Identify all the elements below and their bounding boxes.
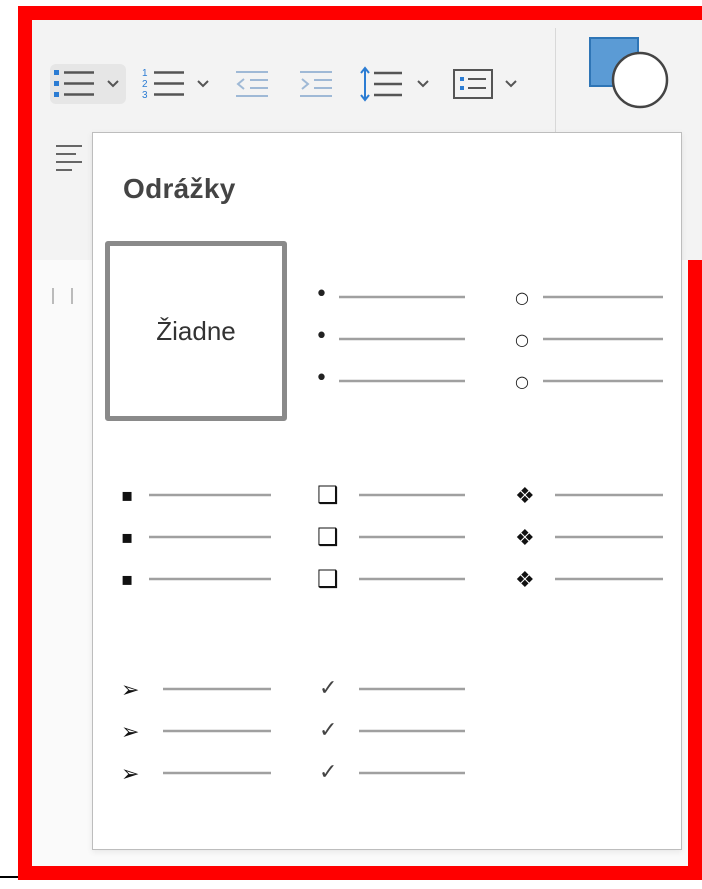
shapes-button[interactable] — [588, 36, 670, 110]
decrease-indent-button[interactable] — [232, 64, 276, 104]
numbering-button[interactable]: 1 2 3 — [140, 64, 214, 104]
bullet-option-checkmark[interactable]: ✓ ✓ ✓ — [307, 643, 489, 823]
bullets-icon — [50, 64, 126, 104]
bullet-library-dropdown: Odrážky Žiadne • • • ○ ○ ○ ▪ ▪ ▪ ❑ ❑ ❑ ❖… — [92, 132, 682, 850]
increase-indent-button[interactable] — [296, 64, 340, 104]
svg-text:1: 1 — [142, 68, 148, 79]
shapes-icon — [589, 37, 669, 109]
svg-text:2: 2 — [142, 79, 148, 90]
ruler-marks — [50, 286, 80, 306]
list-style-icon — [453, 69, 517, 99]
line-spacing-button[interactable] — [358, 64, 438, 104]
align-left-icon[interactable] — [54, 142, 84, 181]
bullets-button[interactable] — [50, 64, 126, 104]
bullet-glyph: ▪ — [121, 527, 133, 548]
bullet-glyph: ✓ — [319, 676, 337, 701]
ribbon-group-divider — [555, 28, 556, 136]
bullet-glyph: ➢ — [121, 762, 139, 787]
bullet-glyph: ❖ — [515, 526, 535, 551]
bullet-glyph: ○ — [515, 288, 529, 307]
bullet-glyph: • — [315, 282, 328, 307]
list-style-button[interactable] — [450, 64, 530, 104]
bullet-option-hollow-round[interactable]: ○ ○ ○ — [501, 251, 683, 431]
bullet-option-filled-round[interactable]: • • • — [305, 251, 487, 431]
bullet-option-none-label: Žiadne — [156, 315, 236, 346]
bullet-glyph: ▪ — [121, 569, 133, 590]
bullet-glyph: ➢ — [121, 720, 139, 745]
bullet-glyph: ❑ — [317, 481, 339, 509]
bullet-glyph: ➢ — [121, 678, 139, 703]
line-spacing-icon — [360, 66, 429, 102]
bullet-glyph: ✓ — [319, 760, 337, 785]
bullet-glyph: ❑ — [317, 523, 339, 551]
bullet-option-none[interactable]: Žiadne — [105, 241, 287, 421]
svg-text:3: 3 — [142, 90, 148, 101]
bullet-glyph: • — [315, 324, 328, 349]
page-edge-line — [0, 876, 18, 878]
bullet-option-filled-square[interactable]: ▪ ▪ ▪ — [113, 449, 295, 629]
increase-indent-icon — [300, 71, 332, 97]
bullet-option-star-diamond[interactable]: ❖ ❖ ❖ — [501, 449, 683, 629]
bullet-option-arrow[interactable]: ➢ ➢ ➢ — [113, 643, 295, 823]
numbering-icon: 1 2 3 — [142, 68, 209, 101]
bullet-glyph: ○ — [515, 330, 529, 349]
bullet-glyph: ✓ — [319, 718, 337, 743]
bullet-glyph: ❖ — [515, 484, 535, 509]
panel-title: Odrážky — [123, 173, 236, 204]
bullet-glyph: ❑ — [317, 565, 339, 593]
decrease-indent-icon — [236, 71, 268, 97]
bullet-glyph: • — [315, 366, 328, 391]
bullet-glyph: ❖ — [515, 568, 535, 593]
bullet-glyph: ▪ — [121, 485, 133, 506]
bullet-glyph: ○ — [515, 372, 529, 391]
bullet-option-hollow-square[interactable]: ❑ ❑ ❑ — [307, 449, 489, 629]
